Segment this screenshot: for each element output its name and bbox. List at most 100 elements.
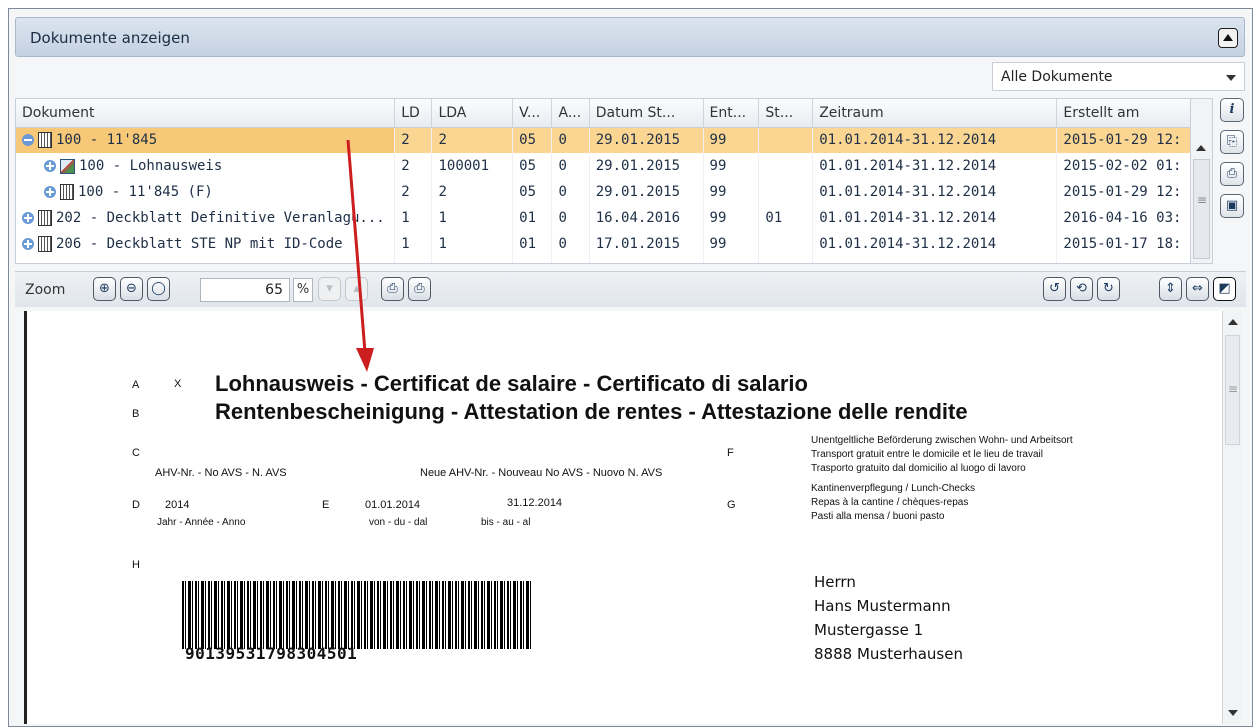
zoom-label: Zoom: [25, 282, 66, 298]
column-header-a[interactable]: A...: [551, 99, 590, 128]
document-title-line2: Rentenbescheinigung - Attestation de ren…: [215, 399, 968, 424]
viewer-toolbar: Zoom ⊕ ⊖ ◯ 65 % ▾ ▴ ⎙ ⎙ ↺ ⟲ ↻ ⇕ ⇔ ◩: [15, 271, 1246, 307]
table-row[interactable]: 202 - Deckblatt Definitive Veranlagu... …: [16, 205, 1190, 231]
scroll-down-icon[interactable]: [1228, 710, 1238, 716]
cell-erstellt: 2015-01-17 18:: [1056, 231, 1190, 257]
cell-zeitraum: 01.01.2014-31.12.2014: [812, 153, 1058, 179]
column-header-datum[interactable]: Datum St...: [589, 99, 704, 128]
cell-lda: 1: [431, 231, 514, 257]
zoom-fit-icon[interactable]: ◯: [147, 277, 170, 301]
fit-page-icon[interactable]: ◩: [1213, 277, 1236, 301]
info-icon[interactable]: i: [1220, 98, 1244, 122]
page-down-icon[interactable]: ▾: [318, 277, 341, 301]
document-filter-select[interactable]: Alle Dokumente: [992, 62, 1245, 91]
document-name: 100 - Lohnausweis: [79, 158, 223, 174]
save-document-icon[interactable]: ▣: [1220, 194, 1244, 218]
cell-ent: 99: [703, 153, 760, 179]
cell-lda: 2: [431, 179, 514, 205]
field-a-checkmark: X: [174, 378, 182, 390]
cell-ent: 99: [703, 231, 760, 257]
export-document-icon[interactable]: ⎘: [1220, 130, 1244, 154]
rotate-180-icon[interactable]: ⟲: [1070, 277, 1093, 301]
cell-zeitraum: 01.01.2014-31.12.2014: [812, 205, 1058, 231]
scrollbar-thumb[interactable]: [1193, 159, 1210, 259]
scroll-up-icon[interactable]: [1228, 319, 1238, 325]
rotate-right-icon[interactable]: ↻: [1097, 277, 1120, 301]
column-header-v[interactable]: V...: [512, 99, 553, 128]
barcode-image: [182, 581, 532, 649]
scroll-up-icon[interactable]: [1196, 145, 1206, 151]
chevron-down-icon[interactable]: [1226, 75, 1236, 81]
barcode-number: 90139531798304501: [185, 644, 358, 663]
expand-node-icon[interactable]: [44, 186, 56, 198]
fit-height-icon[interactable]: ⇕: [1159, 277, 1182, 301]
cell-st: [758, 127, 814, 153]
column-header-dokument[interactable]: Dokument: [16, 99, 396, 128]
cell-ent: 99: [703, 205, 760, 231]
cell-a: 0: [551, 205, 590, 231]
year-value: 2014: [165, 499, 190, 511]
f-text-line1: Unentgeltliche Beförderung zwischen Wohn…: [811, 435, 1073, 446]
address-line: Hans Mustermann: [814, 597, 951, 615]
period-to-value: 31.12.2014: [507, 497, 563, 509]
document-filter-value: Alle Dokumente: [1001, 69, 1113, 85]
rotate-left-icon[interactable]: ↺: [1043, 277, 1066, 301]
column-header-ent[interactable]: Ent...: [703, 99, 760, 128]
zoom-input[interactable]: 65: [200, 278, 290, 302]
g-text-line1: Kantinenverpflegung / Lunch-Checks: [811, 483, 975, 494]
f-text-line2: Transport gratuit entre le domicile et l…: [811, 449, 1043, 460]
table-row[interactable]: [16, 257, 1190, 263]
column-header-zeitraum[interactable]: Zeitraum: [812, 99, 1058, 128]
panel-header: Dokumente anzeigen: [15, 17, 1245, 57]
column-header-lda[interactable]: LDA: [431, 99, 514, 128]
cell-datum: 29.01.2015: [589, 179, 704, 205]
print-all-icon[interactable]: ⎙: [408, 277, 431, 301]
expand-node-icon[interactable]: [44, 160, 56, 172]
zoom-out-icon[interactable]: ⊖: [120, 277, 143, 301]
period-from-label: von - du - dal: [369, 517, 428, 528]
field-c-marker: C: [132, 447, 140, 459]
cell-erstellt: 2015-01-29 12:: [1056, 127, 1190, 153]
table-row[interactable]: 206 - Deckblatt STE NP mit ID-Code 1 1 0…: [16, 231, 1190, 257]
column-header-ld[interactable]: LD: [394, 99, 433, 128]
collapse-node-icon[interactable]: [22, 134, 34, 147]
scrollbar-thumb[interactable]: [1225, 335, 1240, 445]
page-up-icon[interactable]: ▴: [345, 277, 368, 301]
column-header-st[interactable]: St...: [758, 99, 814, 128]
field-f-marker: F: [727, 447, 734, 459]
side-toolbar: i ⎘ ⎙ ▣: [1220, 98, 1246, 226]
cell-zeitraum: 01.01.2014-31.12.2014: [812, 231, 1058, 257]
expand-node-icon[interactable]: [22, 238, 34, 250]
zoom-unit: %: [293, 278, 313, 302]
cell-st: [758, 231, 814, 257]
print-icon[interactable]: ⎙: [381, 277, 404, 301]
table-row[interactable]: 100 - Lohnausweis 2 100001 05 0 29.01.20…: [16, 153, 1190, 179]
document-name: 100 - 11'845 (F): [78, 184, 213, 200]
cell-st: [758, 179, 814, 205]
field-h-marker: H: [132, 559, 140, 571]
fit-width-icon[interactable]: ⇔: [1186, 277, 1209, 301]
g-text-line2: Repas à la cantine / chèques-repas: [811, 497, 969, 508]
table-row[interactable]: 100 - 11'845 (F) 2 2 05 0 29.01.2015 99 …: [16, 179, 1190, 205]
g-text-line3: Pasti alla mensa / buoni pasto: [811, 511, 945, 522]
cell-ld: 2: [394, 127, 433, 153]
cell-v: 01: [512, 205, 553, 231]
column-header-erstellt[interactable]: Erstellt am: [1056, 99, 1190, 128]
collapse-icon[interactable]: [1218, 28, 1238, 48]
cell-zeitraum: 01.01.2014-31.12.2014: [812, 127, 1058, 153]
field-e-marker: E: [322, 499, 330, 511]
expand-node-icon[interactable]: [22, 212, 34, 224]
table-scrollbar[interactable]: [1191, 98, 1213, 264]
print-icon[interactable]: ⎙: [1220, 162, 1244, 186]
document-scrollbar[interactable]: [1222, 311, 1242, 724]
cell-v: 05: [512, 153, 553, 179]
zoom-in-icon[interactable]: ⊕: [93, 277, 116, 301]
year-label: Jahr - Année - Anno: [157, 517, 246, 528]
document-name: 100 - 11'845: [56, 132, 158, 149]
new-ahv-label: Neue AHV-Nr. - Nouveau No AVS - Nuovo N.…: [420, 467, 663, 479]
cell-a: 0: [551, 231, 590, 257]
table-row[interactable]: 100 - 11'845 2 2 05 0 29.01.2015 99 01.0…: [16, 127, 1190, 153]
document-icon: [38, 210, 52, 226]
address-line: Herrn: [814, 573, 856, 591]
document-icon: [38, 236, 52, 252]
